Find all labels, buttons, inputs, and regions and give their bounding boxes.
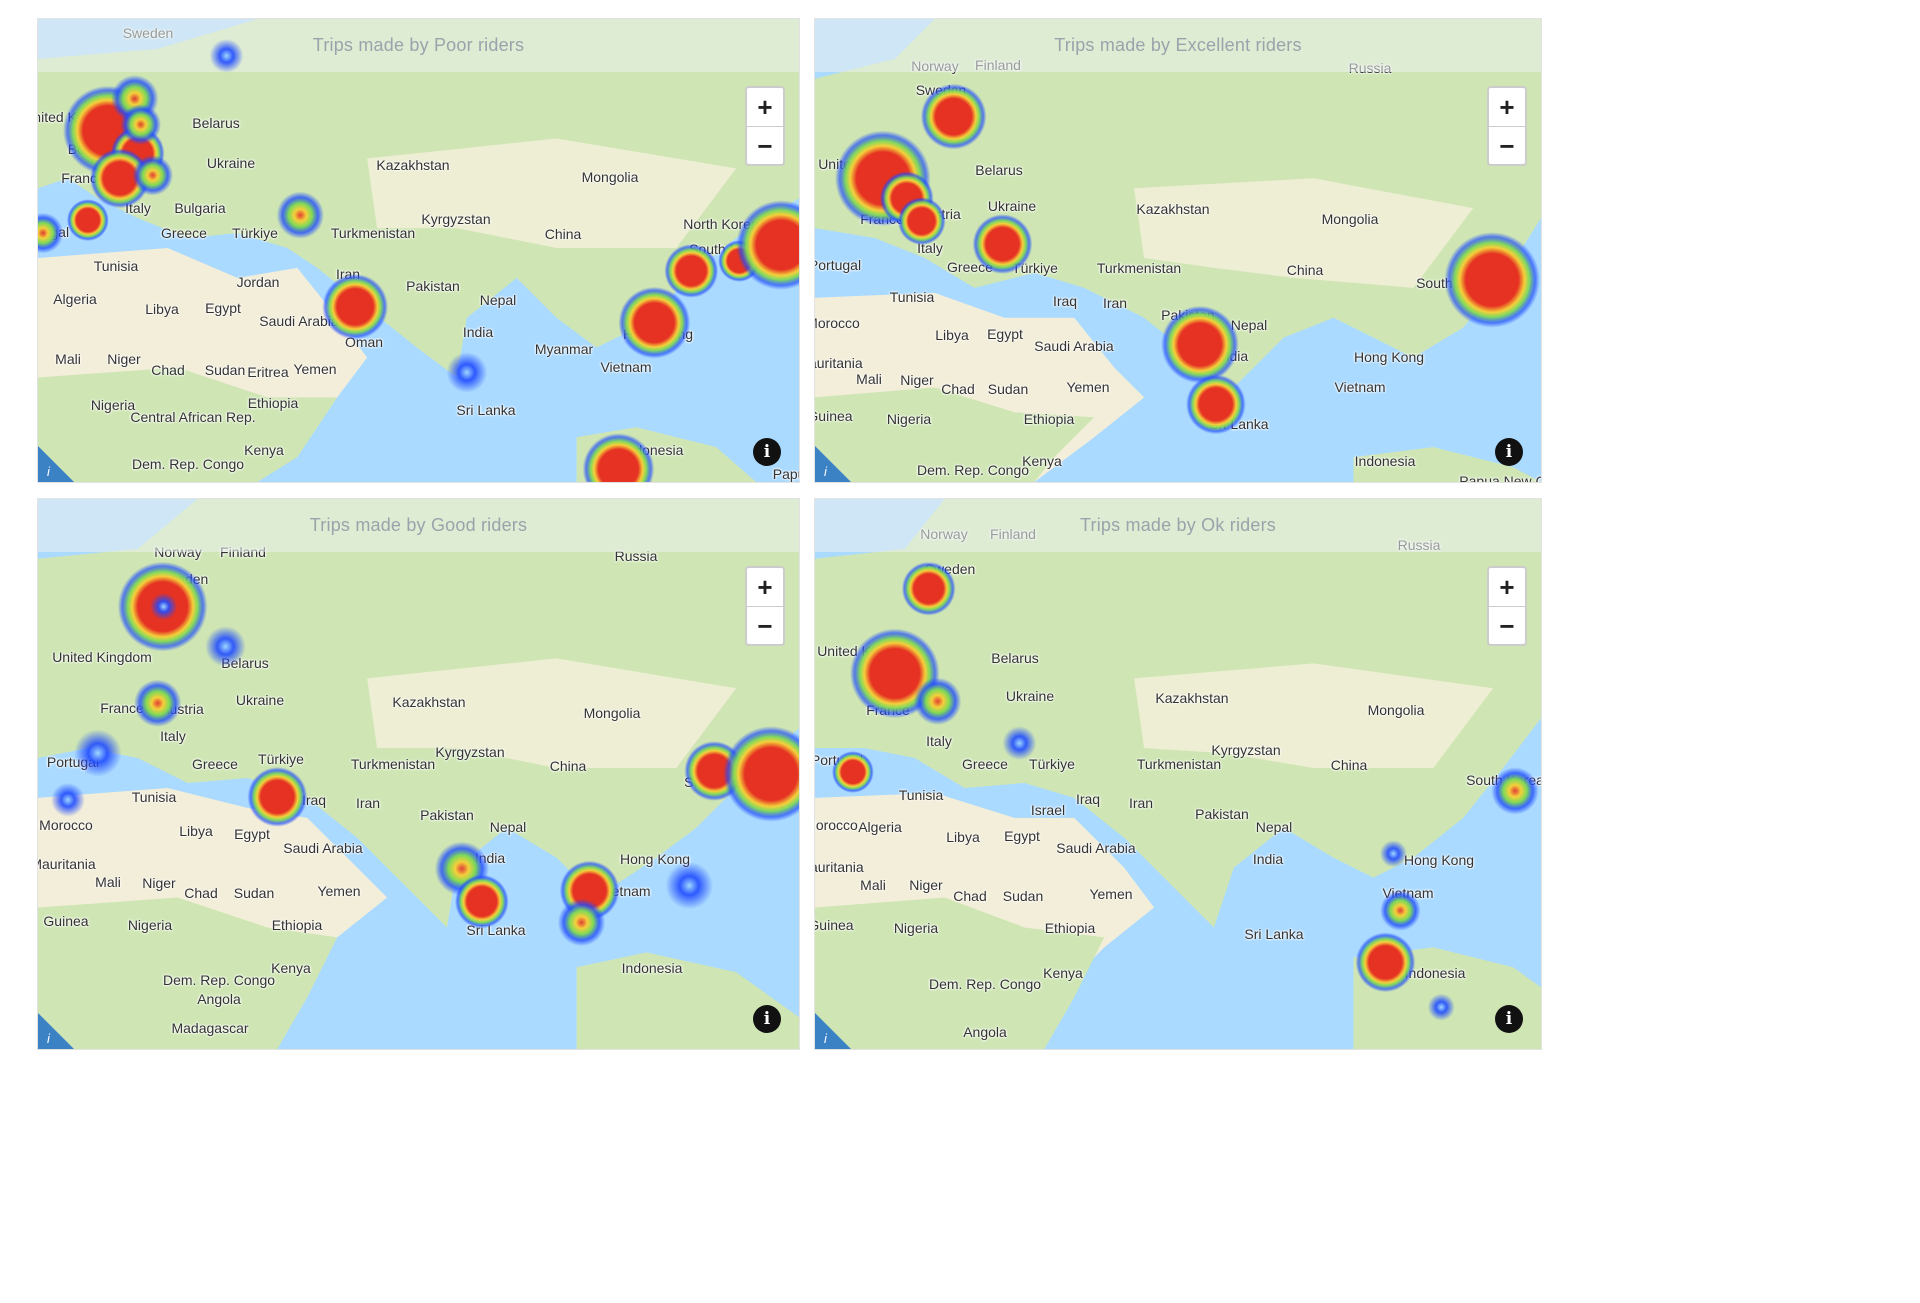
- heat-spot: [1444, 232, 1541, 328]
- map-panel-ok-riders[interactable]: NorwayFinlandRussiaSwedenUnited KingdomB…: [814, 498, 1542, 1050]
- heat-spot: [1185, 374, 1246, 435]
- heat-spot: [132, 155, 174, 196]
- heat-spot: [557, 898, 606, 947]
- heat-spot: [831, 751, 874, 793]
- heat-spot: [1355, 932, 1416, 993]
- heat-spot: [920, 83, 987, 150]
- attribution-corner[interactable]: [815, 1013, 851, 1049]
- attribution-icon[interactable]: i: [824, 1031, 827, 1046]
- zoom-control[interactable]: + −: [745, 566, 785, 646]
- heat-spot: [901, 561, 956, 616]
- country-label: Papua New Guinea: [267, 1049, 388, 1050]
- heat-spot: [205, 626, 246, 667]
- heat-spot: [972, 214, 1033, 274]
- heat-spot: [133, 679, 182, 727]
- info-icon[interactable]: i: [1495, 438, 1523, 466]
- zoom-in-button[interactable]: +: [1489, 88, 1525, 127]
- heat-spot: [582, 433, 655, 482]
- heatmap-layer: [834, 83, 1541, 435]
- map-panel-excellent-riders[interactable]: NorwayFinlandRussiaSwedenUnited KingdomB…: [814, 18, 1542, 483]
- zoom-out-button[interactable]: −: [1489, 127, 1525, 164]
- heat-spot: [322, 273, 389, 340]
- heat-spot: [1002, 726, 1037, 761]
- heat-spot: [209, 38, 244, 73]
- heat-spot: [1380, 890, 1421, 931]
- attribution-corner[interactable]: [38, 446, 74, 482]
- map-panel-good-riders[interactable]: NorwayFinlandRussiaSwedenUnited KingdomB…: [37, 498, 800, 1050]
- attribution-corner[interactable]: [38, 1013, 74, 1049]
- heat-spot: [454, 874, 509, 929]
- heatmap-layer: [831, 561, 1539, 1021]
- heat-spot: [723, 726, 799, 822]
- heat-spot: [665, 861, 714, 910]
- heat-spot: [66, 199, 109, 242]
- heatmap-layer: [50, 561, 799, 947]
- heat-spot: [1491, 767, 1539, 815]
- heat-spot: [50, 782, 85, 817]
- attribution-icon[interactable]: i: [824, 464, 827, 479]
- heat-spot: [618, 286, 691, 359]
- heat-spot: [150, 593, 178, 621]
- zoom-control[interactable]: + −: [745, 86, 785, 166]
- zoom-in-button[interactable]: +: [747, 568, 783, 607]
- heat-spot: [446, 352, 488, 393]
- attribution-icon[interactable]: i: [47, 464, 50, 479]
- heatmap-layer: [38, 38, 799, 482]
- zoom-in-button[interactable]: +: [1489, 568, 1525, 607]
- heat-spot: [74, 729, 122, 777]
- attribution-corner[interactable]: [815, 446, 851, 482]
- map-panel-poor-riders[interactable]: SwedenUnited KingdomBelgiumBelarusFrance…: [37, 18, 800, 483]
- heat-spot: [913, 677, 962, 725]
- heat-spot: [1379, 840, 1407, 868]
- heat-spot: [897, 197, 946, 246]
- zoom-out-button[interactable]: −: [747, 607, 783, 644]
- heat-spot: [1427, 993, 1455, 1021]
- heat-spot: [276, 191, 325, 239]
- zoom-out-button[interactable]: −: [1489, 607, 1525, 644]
- zoom-out-button[interactable]: −: [747, 127, 783, 164]
- info-icon[interactable]: i: [753, 438, 781, 466]
- heat-spot: [38, 212, 64, 254]
- info-icon[interactable]: i: [753, 1005, 781, 1033]
- heat-spot: [664, 244, 719, 298]
- zoom-in-button[interactable]: +: [747, 88, 783, 127]
- info-icon[interactable]: i: [1495, 1005, 1523, 1033]
- attribution-icon[interactable]: i: [47, 1031, 50, 1046]
- heat-spot: [247, 767, 308, 827]
- heat-spot: [1161, 305, 1239, 384]
- zoom-control[interactable]: + −: [1487, 86, 1527, 166]
- zoom-control[interactable]: + −: [1487, 566, 1527, 646]
- heat-spot: [120, 104, 162, 145]
